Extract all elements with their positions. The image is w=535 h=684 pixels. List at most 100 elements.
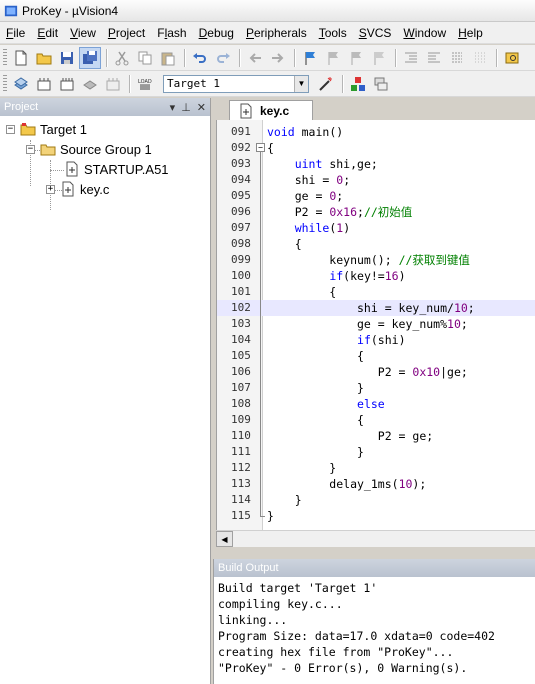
find-in-files-button[interactable] bbox=[501, 47, 523, 69]
code-line[interactable]: 101 { bbox=[217, 284, 535, 300]
code-text: shi = key_num/10; bbox=[267, 301, 475, 315]
menu-label-part: dit bbox=[45, 25, 59, 40]
expand-icon[interactable]: + bbox=[46, 184, 55, 194]
menu-flash[interactable]: Flash bbox=[151, 22, 192, 44]
unindent-button[interactable] bbox=[423, 47, 445, 69]
cut-button[interactable] bbox=[111, 47, 133, 69]
tree-item-source-group[interactable]: − Source Group 1 bbox=[26, 140, 152, 158]
save-all-button[interactable] bbox=[79, 46, 101, 69]
indent-button[interactable] bbox=[400, 47, 422, 69]
menu-accelerator: D bbox=[198, 25, 208, 40]
manage-components-button[interactable] bbox=[347, 73, 369, 95]
code-line[interactable]: 110 P2 = ge; bbox=[217, 428, 535, 444]
nav-back-button[interactable] bbox=[244, 47, 266, 69]
stop-build-button[interactable] bbox=[102, 73, 124, 95]
code-text: delay_1ms(10); bbox=[267, 477, 427, 491]
code-editor[interactable]: 091 void main() 092{093 uint shi,ge; 094 sh… bbox=[216, 120, 535, 530]
toolbar-grip[interactable] bbox=[3, 48, 7, 67]
code-line[interactable]: 098 { bbox=[217, 236, 535, 252]
toolbar-separator bbox=[294, 48, 295, 67]
toolbar-grip[interactable] bbox=[3, 74, 7, 93]
menu-tools[interactable]: Tools bbox=[313, 22, 353, 44]
menu-project[interactable]: Project bbox=[102, 22, 151, 44]
code-line[interactable]: 108 else bbox=[217, 396, 535, 412]
code-line[interactable]: 114 } bbox=[217, 492, 535, 508]
code-line[interactable]: 095 ge = 0; bbox=[217, 188, 535, 204]
code-line[interactable]: 112 } bbox=[217, 460, 535, 476]
new-file-button[interactable] bbox=[10, 47, 32, 69]
download-button[interactable]: LOAD bbox=[134, 73, 156, 95]
tab-key-c[interactable]: key.c bbox=[229, 100, 313, 120]
panel-splitter[interactable] bbox=[213, 547, 535, 559]
code-line[interactable]: 096 P2 = 0x16;//初始值 bbox=[217, 204, 535, 220]
build-toolbar: LOAD Target 1 ▼ bbox=[0, 71, 535, 97]
menu-debug[interactable]: Debug bbox=[193, 22, 240, 44]
fold-line bbox=[260, 152, 261, 516]
line-number: 105 bbox=[231, 349, 251, 362]
components-icon bbox=[351, 76, 365, 91]
code-line[interactable]: 094 shi = 0; bbox=[217, 172, 535, 188]
undo-icon bbox=[193, 52, 206, 63]
uncomment-button[interactable] bbox=[469, 47, 491, 69]
close-icon[interactable]: ✕ bbox=[197, 101, 206, 114]
code-line[interactable]: 102 shi = key_num/10; bbox=[217, 300, 535, 316]
tree-item-file[interactable]: + key.c bbox=[46, 180, 109, 198]
batch-build-button[interactable] bbox=[79, 73, 101, 95]
code-line[interactable]: 099 keynum(); //获取到键值 bbox=[217, 252, 535, 268]
code-line[interactable]: 097 while(1) bbox=[217, 220, 535, 236]
build-output-line: Build target 'Target 1' bbox=[218, 581, 378, 595]
pin-icon[interactable]: ⊥ bbox=[181, 101, 191, 114]
translate-button[interactable] bbox=[10, 73, 32, 95]
code-line[interactable]: 109 { bbox=[217, 412, 535, 428]
bookmark-toggle-button[interactable] bbox=[299, 47, 321, 69]
bookmark-clear-button[interactable] bbox=[368, 47, 390, 69]
menu-window[interactable]: Window bbox=[397, 22, 452, 44]
tree-item-target[interactable]: − Target 1 bbox=[6, 120, 87, 138]
panel-menu-icon[interactable]: ▾ bbox=[170, 101, 176, 114]
bookmark-next-button[interactable] bbox=[345, 47, 367, 69]
save-button[interactable] bbox=[56, 47, 78, 69]
code-line[interactable]: 105 { bbox=[217, 348, 535, 364]
code-line[interactable]: 093 uint shi,ge; bbox=[217, 156, 535, 172]
scroll-left-icon[interactable]: ◀ bbox=[216, 531, 233, 547]
horizontal-scrollbar[interactable]: ◀ bbox=[216, 530, 535, 547]
bookmark-prev-button[interactable] bbox=[322, 47, 344, 69]
nav-forward-button[interactable] bbox=[267, 47, 289, 69]
comment-button[interactable] bbox=[446, 47, 468, 69]
collapse-icon[interactable]: − bbox=[6, 124, 15, 134]
code-line[interactable]: 106 P2 = 0x10|ge; bbox=[217, 364, 535, 380]
menu-view[interactable]: View bbox=[64, 22, 102, 44]
target-select[interactable]: Target 1 ▼ bbox=[163, 74, 309, 93]
build-button[interactable] bbox=[33, 73, 55, 95]
copy-button[interactable] bbox=[134, 47, 156, 69]
code-text: ge = key_num%10; bbox=[267, 317, 468, 331]
fold-collapse-icon[interactable]: − bbox=[256, 143, 265, 152]
code-line[interactable]: 104 if(shi) bbox=[217, 332, 535, 348]
menu-edit[interactable]: Edit bbox=[31, 22, 64, 44]
menu-peripherals[interactable]: Peripherals bbox=[240, 22, 313, 44]
menu-svcs[interactable]: SVCS bbox=[353, 22, 398, 44]
open-file-button[interactable] bbox=[33, 47, 55, 69]
code-line[interactable]: 107 } bbox=[217, 380, 535, 396]
chevron-down-icon[interactable]: ▼ bbox=[294, 75, 308, 92]
code-line[interactable]: 091 void main() bbox=[217, 124, 535, 140]
code-line[interactable]: 100 if(key!=16) bbox=[217, 268, 535, 284]
redo-button[interactable] bbox=[212, 47, 234, 69]
line-number: 103 bbox=[231, 317, 251, 330]
line-number: 101 bbox=[231, 285, 251, 298]
window-title: ProKey - µVision4 bbox=[22, 3, 119, 18]
tree-item-file[interactable]: STARTUP.A51 bbox=[64, 160, 169, 178]
code-line[interactable]: 103 ge = key_num%10; bbox=[217, 316, 535, 332]
multi-project-button[interactable] bbox=[370, 73, 392, 95]
rebuild-button[interactable] bbox=[56, 73, 78, 95]
code-line[interactable]: 113 delay_1ms(10); bbox=[217, 476, 535, 492]
asm-file-icon bbox=[66, 161, 78, 177]
undo-button[interactable] bbox=[189, 47, 211, 69]
find-in-files-icon bbox=[505, 52, 519, 63]
menu-file[interactable]: File bbox=[0, 22, 31, 44]
paste-button[interactable] bbox=[157, 47, 179, 69]
target-options-button[interactable] bbox=[315, 73, 337, 95]
collapse-icon[interactable]: − bbox=[26, 144, 35, 154]
menu-help[interactable]: Help bbox=[452, 22, 489, 44]
code-line[interactable]: 111 } bbox=[217, 444, 535, 460]
